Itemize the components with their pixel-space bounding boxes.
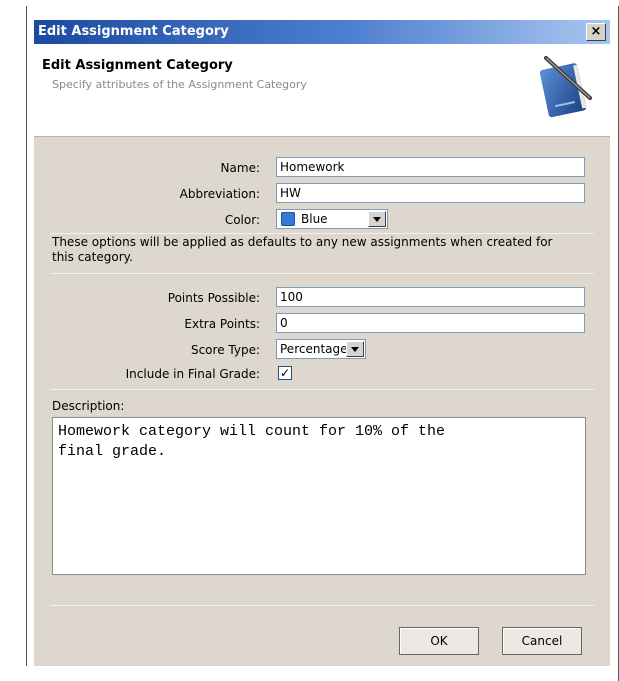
extra-points-label: Extra Points: xyxy=(184,317,260,331)
header-title: Edit Assignment Category xyxy=(42,58,233,73)
name-input[interactable]: Homework xyxy=(276,157,585,177)
notebook-pen-icon xyxy=(540,56,592,118)
title-bar[interactable]: Edit Assignment Category × xyxy=(34,20,610,44)
ok-button[interactable]: OK xyxy=(399,627,479,655)
chevron-down-icon[interactable] xyxy=(346,341,364,357)
close-icon: × xyxy=(590,24,602,39)
color-swatch-icon xyxy=(281,212,295,226)
abbreviation-label: Abbreviation: xyxy=(179,187,260,201)
close-button[interactable]: × xyxy=(586,23,606,41)
edit-assignment-category-dialog: Edit Assignment Category × Edit Assignme… xyxy=(34,20,610,666)
color-label: Color: xyxy=(224,213,260,227)
left-border-line xyxy=(26,6,27,666)
include-final-grade-label: Include in Final Grade: xyxy=(125,367,260,381)
abbreviation-input[interactable]: HW xyxy=(276,183,585,203)
separator xyxy=(50,273,594,274)
checkmark-icon: ✓ xyxy=(279,366,291,380)
name-label: Name: xyxy=(220,161,260,175)
include-final-grade-checkbox[interactable]: ✓ xyxy=(278,366,292,380)
score-type-value: Percentage xyxy=(280,342,348,356)
separator xyxy=(50,389,594,390)
separator xyxy=(50,605,594,606)
dialog-header: Edit Assignment Category Specify attribu… xyxy=(34,44,610,136)
color-select-value: Blue xyxy=(301,212,328,226)
header-subtitle: Specify attributes of the Assignment Cat… xyxy=(52,78,307,91)
extra-points-input[interactable]: 0 xyxy=(276,313,585,333)
points-possible-label: Points Possible: xyxy=(167,291,260,305)
chevron-down-icon[interactable] xyxy=(368,211,386,227)
score-type-label: Score Type: xyxy=(190,343,260,357)
defaults-note: These options will be applied as default… xyxy=(52,235,553,264)
window-title: Edit Assignment Category xyxy=(38,24,229,39)
points-possible-input[interactable]: 100 xyxy=(276,287,585,307)
cancel-button[interactable]: Cancel xyxy=(502,627,582,655)
separator xyxy=(50,233,594,234)
description-textarea[interactable]: Homework category will count for 10% of … xyxy=(52,417,586,575)
form-panel: Name: Homework Abbreviation: HW Color: B… xyxy=(34,136,610,666)
color-select[interactable]: Blue xyxy=(276,209,388,229)
description-label: Description: xyxy=(52,399,125,413)
score-type-select[interactable]: Percentage xyxy=(276,339,366,359)
